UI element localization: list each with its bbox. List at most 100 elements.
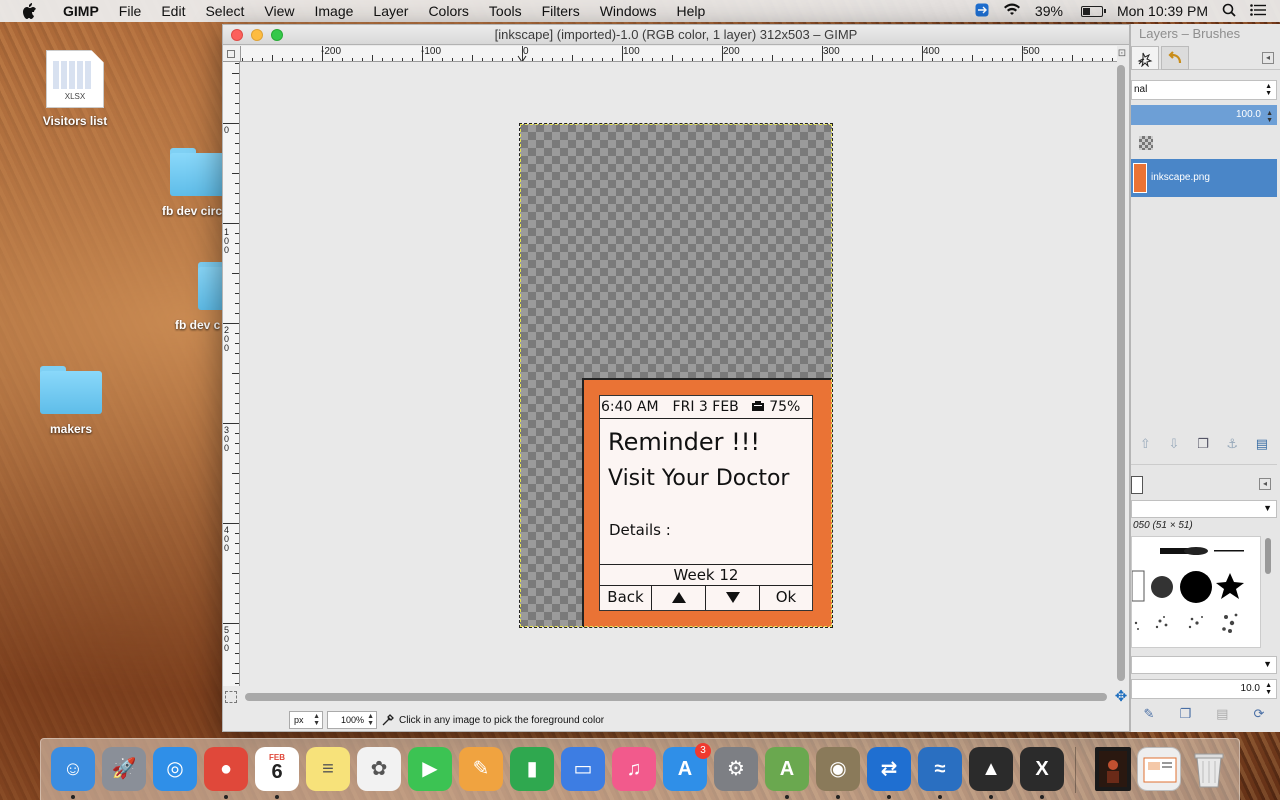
brush-tag-filter[interactable]: ▼	[1131, 500, 1277, 518]
new-brush-icon[interactable]: ❐	[1179, 706, 1191, 726]
dock-app-android-studio[interactable]: A	[765, 747, 809, 791]
dock-menu-button[interactable]: ◂	[1262, 52, 1274, 64]
brush-grid[interactable]	[1131, 536, 1261, 648]
menu-help[interactable]: Help	[667, 0, 716, 22]
spinner-arrows-icon: ▲ ▼	[1266, 110, 1273, 124]
menu-file[interactable]: File	[109, 0, 152, 22]
dock-app-inkscape[interactable]: ▲	[969, 747, 1013, 791]
spotlight-search-icon[interactable]	[1222, 3, 1236, 20]
menubar-clock[interactable]: Mon 10:39 PM	[1117, 3, 1208, 19]
dock-app-facetime[interactable]: ▶	[408, 747, 452, 791]
navigate-image-icon[interactable]: ✥	[1113, 689, 1129, 705]
ruler-label: 200	[723, 46, 740, 57]
layers-brushes-dock: Layers – Brushes ◂ nal ▲ ▼ 100.0 ▲ ▼ inksc…	[1130, 24, 1280, 732]
anchor-layer-icon[interactable]: ⚓	[1226, 436, 1238, 458]
wifi-icon[interactable]	[1003, 3, 1021, 19]
opacity-slider[interactable]: 100.0 ▲ ▼	[1131, 105, 1277, 125]
dock-app-wireshark[interactable]: ≈	[918, 747, 962, 791]
dock-app-safari[interactable]: ◎	[153, 747, 197, 791]
battery-level	[1082, 7, 1090, 15]
vertical-ruler[interactable]: 0 100 200 300 400 500	[223, 62, 240, 686]
refresh-brushes-icon[interactable]: ⟳	[1254, 706, 1265, 726]
brushes-tab[interactable]	[1131, 476, 1143, 494]
ruler-label: 400	[923, 46, 940, 57]
dock-downloads-stack[interactable]	[1137, 747, 1181, 791]
dock-app-numbers[interactable]: ▮	[510, 747, 554, 791]
duplicate-brush-icon[interactable]: ▤	[1216, 706, 1228, 726]
window-minimize-button[interactable]	[251, 29, 263, 41]
raise-layer-icon[interactable]: ⇧	[1140, 436, 1151, 458]
image-layer-inkscape-png[interactable]: 6:40 AM FRI 3 FEB 75% Reminder !!! Visit …	[519, 123, 833, 628]
battery-icon[interactable]	[1080, 5, 1106, 17]
desktop-icon-label: Visitors list	[42, 114, 108, 128]
menu-layer[interactable]: Layer	[363, 0, 418, 22]
finder-icon: ☺	[62, 758, 84, 780]
dropdown-arrow-icon: ▼	[1263, 659, 1272, 669]
dock-recent-image[interactable]	[1095, 747, 1131, 791]
brush-view-select[interactable]: ▼	[1131, 656, 1277, 674]
trash-icon[interactable]	[1187, 747, 1231, 791]
menu-select[interactable]: Select	[195, 0, 254, 22]
app-store-icon: A	[677, 758, 693, 780]
teamviewer-status-icon[interactable]	[975, 3, 989, 20]
dock-app-chrome[interactable]: ●	[204, 747, 248, 791]
delete-layer-icon[interactable]: ▤	[1256, 436, 1268, 458]
window-titlebar[interactable]: [inkscape] (imported)-1.0 (RGB color, 1 …	[223, 25, 1129, 45]
dock-app-app-store[interactable]: A3	[663, 743, 711, 791]
dock-app-system-preferences[interactable]: ⚙	[714, 747, 758, 791]
apple-menu-icon[interactable]	[19, 0, 39, 22]
layer-mode-select[interactable]: nal ▲ ▼	[1131, 80, 1277, 100]
quick-mask-toggle[interactable]	[225, 691, 237, 703]
dock-app-launchpad[interactable]: 🚀	[102, 747, 146, 791]
menu-view[interactable]: View	[254, 0, 304, 22]
running-indicator	[785, 795, 789, 799]
brush-spacing-input[interactable]: 10.0 ▲ ▼	[1131, 679, 1277, 699]
edit-brush-icon[interactable]: ✎	[1144, 706, 1155, 726]
zoom-image-when-window-resized-icon[interactable]: ⊡	[1115, 48, 1129, 62]
dock-app-pages[interactable]: ✎	[459, 747, 503, 791]
duplicate-layer-icon[interactable]: ❐	[1197, 436, 1209, 458]
window-close-button[interactable]	[231, 29, 243, 41]
dock-app-keynote[interactable]: ▭	[561, 747, 605, 791]
notification-center-icon[interactable]	[1250, 3, 1266, 19]
running-indicator	[1040, 795, 1044, 799]
menu-edit[interactable]: Edit	[151, 0, 195, 22]
dock-app-xquartz[interactable]: X	[1020, 747, 1064, 791]
dock-app-photos[interactable]: ✿	[357, 747, 401, 791]
vertical-scrollbar[interactable]	[1117, 63, 1125, 683]
ruler-label: 100	[224, 227, 230, 255]
dock-app-gimp[interactable]: ◉	[816, 747, 860, 791]
desktop-folder-makers[interactable]: makers	[38, 366, 104, 436]
lock-alpha-icon[interactable]	[1139, 136, 1153, 150]
running-indicator	[989, 795, 993, 799]
horizontal-scrollbar[interactable]	[245, 693, 1109, 701]
menu-app-name[interactable]: GIMP	[53, 0, 109, 22]
undo-history-tab[interactable]	[1161, 46, 1189, 70]
tool-options-tab[interactable]	[1131, 46, 1159, 70]
ruler-menu-button[interactable]	[223, 46, 241, 62]
desktop-folder-fb-dev-2[interactable]: fb dev c	[172, 262, 222, 332]
menu-image[interactable]: Image	[304, 0, 363, 22]
menu-colors[interactable]: Colors	[418, 0, 478, 22]
zoom-select[interactable]: 100% ▲ ▼	[327, 711, 377, 729]
dock-app-finder[interactable]: ☺	[51, 747, 95, 791]
unit-select[interactable]: px ▲ ▼	[289, 711, 323, 729]
menu-filters[interactable]: Filters	[532, 0, 590, 22]
menu-windows[interactable]: Windows	[590, 0, 667, 22]
dock-app-teamviewer[interactable]: ⇄	[867, 747, 911, 791]
ruler-label: 400	[224, 525, 230, 553]
dock-app-calendar[interactable]: FEB 6	[255, 747, 299, 791]
desktop-folder-fb-dev-1[interactable]: fb dev circ	[160, 148, 222, 218]
dock-app-itunes[interactable]: ♫	[612, 747, 656, 791]
brushes-menu-button[interactable]: ◂	[1259, 478, 1271, 490]
horizontal-ruler[interactable]: -200 -100 0 100 200 300 400 500	[241, 46, 1117, 62]
lower-layer-icon[interactable]: ⇩	[1168, 436, 1179, 458]
dock-app-notes[interactable]: ≡	[306, 747, 350, 791]
window-zoom-button[interactable]	[271, 29, 283, 41]
image-canvas[interactable]: 6:40 AM FRI 3 FEB 75% Reminder !!! Visit …	[241, 63, 1117, 686]
brush-scrollbar[interactable]	[1263, 536, 1273, 648]
desktop-file-visitors-list[interactable]: XLSX Visitors list	[34, 50, 116, 128]
layer-item[interactable]: inkscape.png	[1131, 159, 1277, 197]
menu-tools[interactable]: Tools	[479, 0, 532, 22]
dock-title[interactable]: Layers – Brushes	[1131, 24, 1280, 44]
